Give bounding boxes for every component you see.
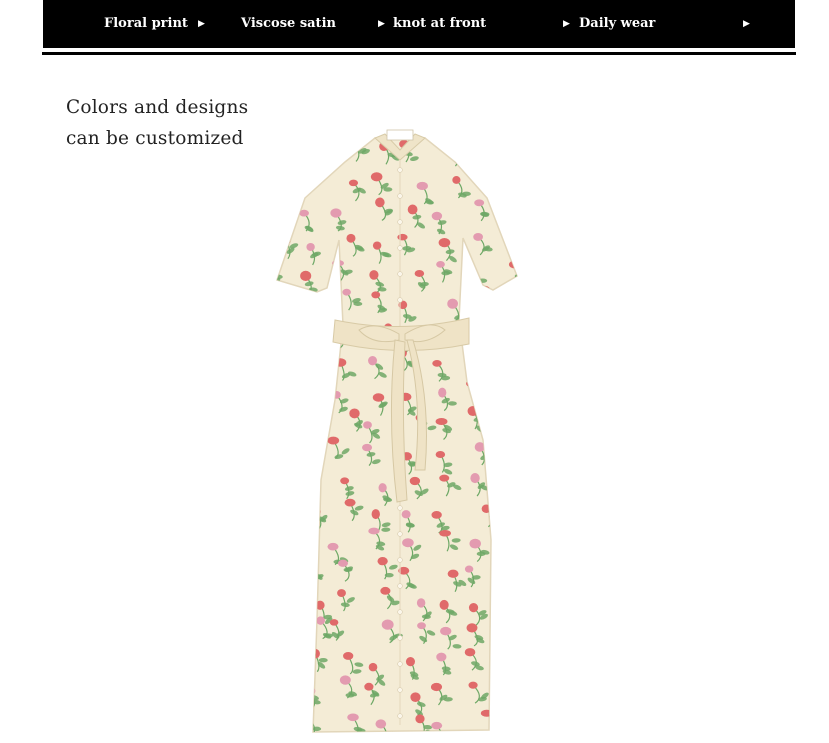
- play-arrow-icon: ▶: [563, 19, 570, 29]
- customization-note: Colors and designs can be customized: [66, 92, 248, 154]
- feature-floral-print: Floral print: [104, 16, 188, 31]
- feature-knot-at-front: knot at front: [393, 16, 487, 31]
- feature-daily-wear: Daily wear: [579, 16, 656, 31]
- caption-line-2: can be customized: [66, 128, 244, 149]
- divider-line: [42, 52, 796, 55]
- feature-viscose-satin: Viscose satin: [241, 16, 336, 31]
- play-arrow-icon: ▶: [743, 19, 750, 29]
- feature-bar: Floral print ▶ Viscose satin ▶ knot at f…: [43, 0, 795, 48]
- play-arrow-icon: ▶: [198, 19, 205, 29]
- dress-photo: [276, 129, 518, 733]
- caption-line-1: Colors and designs: [66, 97, 249, 118]
- play-arrow-icon: ▶: [378, 19, 385, 29]
